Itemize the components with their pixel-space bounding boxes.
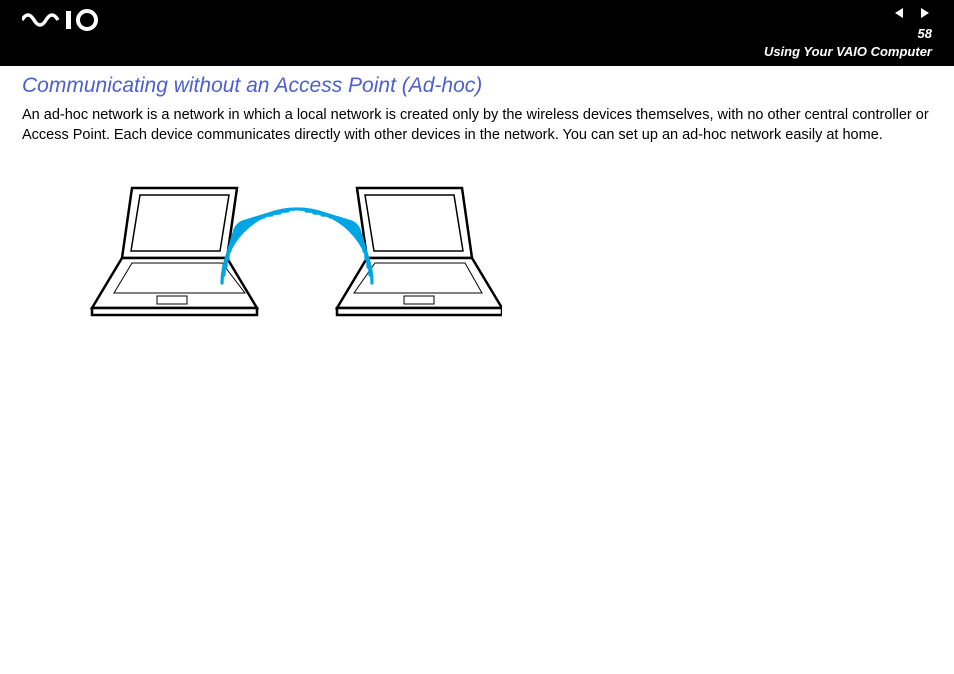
page-number: 58 — [918, 26, 932, 41]
next-page-arrow-icon[interactable] — [918, 6, 932, 25]
content-paragraph: An ad-hoc network is a network in which … — [22, 106, 932, 145]
adhoc-illustration — [62, 163, 932, 348]
nav-arrows — [892, 6, 932, 25]
content-heading: Communicating without an Access Point (A… — [22, 74, 932, 98]
page-content: Communicating without an Access Point (A… — [0, 66, 954, 348]
vaio-logo — [22, 8, 112, 37]
laptop-left-icon — [92, 188, 257, 315]
header-bar: 58 Using Your VAIO Computer — [0, 0, 954, 66]
section-title: Using Your VAIO Computer — [764, 44, 932, 59]
prev-page-arrow-icon[interactable] — [892, 6, 906, 25]
laptop-right-icon — [337, 188, 502, 315]
